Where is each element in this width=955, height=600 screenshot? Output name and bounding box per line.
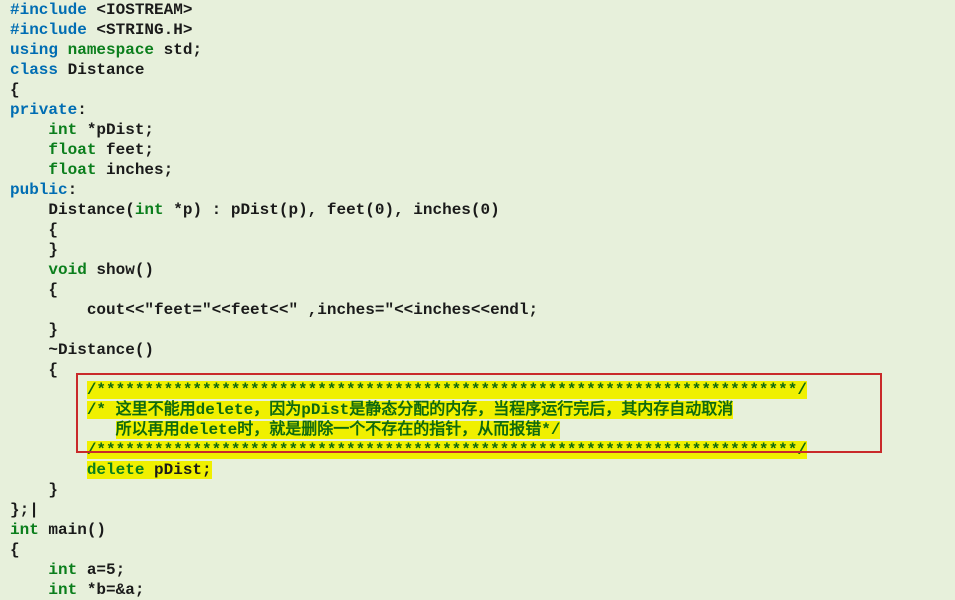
keyword: float xyxy=(48,141,96,159)
line: { xyxy=(10,281,58,299)
keyword: int xyxy=(48,561,77,579)
text: : xyxy=(68,181,78,199)
text: pDist; xyxy=(144,461,211,479)
text: show() xyxy=(87,261,154,279)
line: { xyxy=(10,81,20,99)
line: delete pDist; xyxy=(10,461,212,479)
text: inches; xyxy=(96,161,173,179)
keyword: private xyxy=(10,101,77,119)
text: <STRING.H> xyxy=(87,21,193,39)
text: : xyxy=(77,101,87,119)
comment: /* 这里不能用 xyxy=(87,401,196,419)
text: Distance( xyxy=(10,201,135,219)
comment: 是静态分配的内存，当程序运行完后，其内存自动取消 xyxy=(349,401,733,419)
keyword: delete xyxy=(87,461,145,479)
line: private: xyxy=(10,101,87,119)
text: feet; xyxy=(96,141,154,159)
comment: /***************************************… xyxy=(87,441,807,459)
keyword: int xyxy=(48,581,77,599)
text: *p) : pDist(p), feet(0), inches(0) xyxy=(164,201,500,219)
indent xyxy=(10,261,48,279)
text: *b=&a; xyxy=(77,581,144,599)
line: float feet; xyxy=(10,141,154,159)
line: #include <STRING.H> xyxy=(10,21,192,39)
keyword: int xyxy=(135,201,164,219)
text: Distance xyxy=(58,61,144,79)
indent xyxy=(10,161,48,179)
text: main() xyxy=(39,521,106,539)
keyword: class xyxy=(10,61,58,79)
code-block: #include <IOSTREAM> #include <STRING.H> … xyxy=(0,0,955,600)
keyword: namespace xyxy=(58,41,154,59)
line: /***************************************… xyxy=(10,441,807,459)
comment: 所以再用 xyxy=(116,421,180,439)
indent xyxy=(10,401,87,419)
line: 所以再用delete时，就是删除一个不存在的指针，从而报错*/ xyxy=(10,421,560,439)
line: ~Distance() xyxy=(10,341,154,359)
line: /* 这里不能用delete，因为pDist是静态分配的内存，当程序运行完后，其… xyxy=(10,401,733,419)
keyword: int xyxy=(10,521,39,539)
text: std; xyxy=(154,41,202,59)
indent xyxy=(10,381,87,399)
keyword: #include xyxy=(10,21,87,39)
comment: /***************************************… xyxy=(87,381,807,399)
line: { xyxy=(10,221,58,239)
line: Distance(int *p) : pDist(p), feet(0), in… xyxy=(10,201,500,219)
line: public: xyxy=(10,181,77,199)
keyword: float xyxy=(48,161,96,179)
line: #include <IOSTREAM> xyxy=(10,1,192,19)
line: /***************************************… xyxy=(10,381,807,399)
indent xyxy=(10,561,48,579)
line: } xyxy=(10,241,58,259)
line: } xyxy=(10,321,58,339)
line: };| xyxy=(10,501,39,519)
keyword: int xyxy=(48,121,77,139)
indent xyxy=(10,461,87,479)
indent xyxy=(10,581,48,599)
line: } xyxy=(10,481,58,499)
indent xyxy=(10,121,48,139)
indent xyxy=(10,421,116,439)
line: { xyxy=(10,541,20,559)
line: void show() xyxy=(10,261,154,279)
line: int main() xyxy=(10,521,106,539)
line: cout<<"feet="<<feet<<" ,inches="<<inches… xyxy=(10,301,538,319)
comment-keyword: delete xyxy=(196,401,254,419)
text: <IOSTREAM> xyxy=(87,1,193,19)
indent xyxy=(10,141,48,159)
line: float inches; xyxy=(10,161,173,179)
comment: ，因为 xyxy=(253,401,301,419)
indent xyxy=(10,441,87,459)
comment-ident: pDist xyxy=(301,401,349,419)
line: { xyxy=(10,361,58,379)
keyword: void xyxy=(48,261,86,279)
keyword: using xyxy=(10,41,58,59)
line: class Distance xyxy=(10,61,144,79)
text: a=5; xyxy=(77,561,125,579)
keyword: public xyxy=(10,181,68,199)
comment-keyword: delete xyxy=(180,421,238,439)
line: int a=5; xyxy=(10,561,125,579)
keyword: #include xyxy=(10,1,87,19)
line: int *pDist; xyxy=(10,121,154,139)
text: *pDist; xyxy=(77,121,154,139)
comment: 时，就是删除一个不存在的指针，从而报错*/ xyxy=(237,421,560,439)
line: using namespace std; xyxy=(10,41,202,59)
line: int *b=&a; xyxy=(10,581,144,599)
